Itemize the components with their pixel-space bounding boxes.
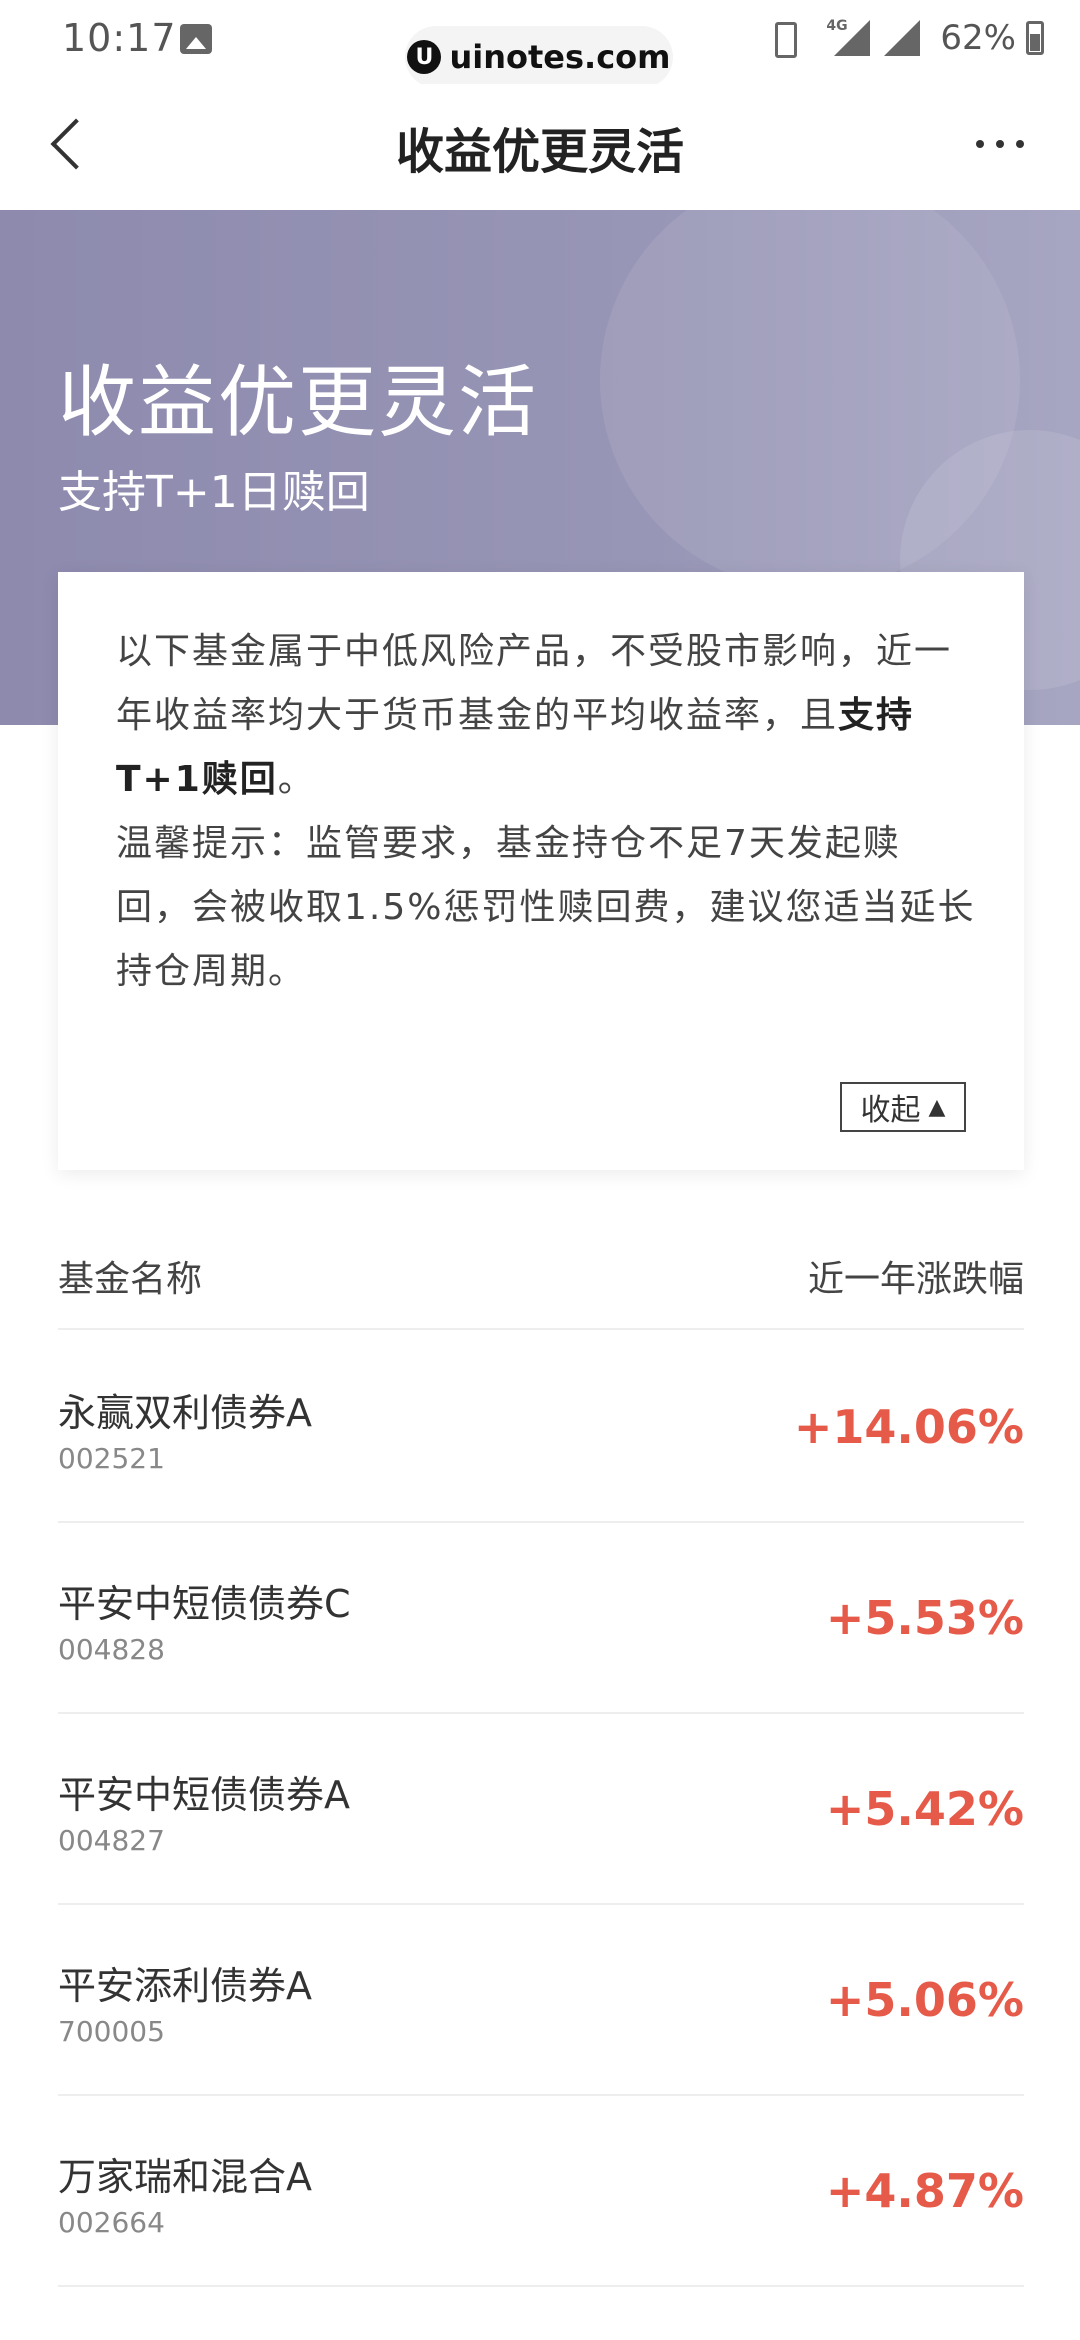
fund-change: +5.42% bbox=[825, 1782, 1024, 1836]
collapse-button[interactable]: 收起 ▲ bbox=[840, 1082, 966, 1132]
fund-change: +14.06% bbox=[793, 1400, 1024, 1454]
fund-name: 万家瑞和混合A bbox=[58, 2155, 312, 2199]
status-icons: 4G 62% bbox=[766, 18, 1044, 58]
page-title: 收益优更灵活 bbox=[395, 124, 684, 180]
fund-change: +5.06% bbox=[825, 1973, 1024, 2027]
collapse-label: 收起 bbox=[860, 1093, 921, 1128]
signal-icon bbox=[884, 20, 921, 56]
header-fund-name: 基金名称 bbox=[58, 1259, 203, 1300]
info-tip: 温馨提示：监管要求，基金持仓不足7天发起赎回，会被收取1.5%惩罚性赎回费，建议… bbox=[116, 823, 976, 992]
fund-change: +5.53% bbox=[825, 1591, 1024, 1645]
fund-row[interactable]: 平安中短债债券C 004828 +5.53% bbox=[58, 1523, 1024, 1714]
image-notification-icon bbox=[180, 24, 212, 54]
fund-code: 002664 bbox=[58, 2206, 165, 2239]
fund-name: 平安中短债债券C bbox=[58, 1582, 351, 1626]
info-card: 以下基金属于中低风险产品，不受股市影响，近一年收益率均大于货币基金的平均收益率，… bbox=[58, 572, 1024, 1170]
fund-code: 002521 bbox=[58, 1442, 165, 1475]
fund-name: 永赢双利债券A bbox=[58, 1391, 312, 1435]
battery-percent: 62% bbox=[940, 18, 1016, 58]
status-bar: 10:17 U uinotes.com 4G 62% bbox=[0, 0, 1080, 88]
fund-row[interactable]: 平安中短债债券A 004827 +5.42% bbox=[58, 1714, 1024, 1905]
fund-row[interactable]: 平安添利债券A 700005 +5.06% bbox=[58, 1905, 1024, 2096]
status-time: 10:17 bbox=[62, 16, 177, 60]
fund-change: +4.87% bbox=[825, 2164, 1024, 2218]
triangle-up-icon: ▲ bbox=[928, 1094, 946, 1120]
fund-row[interactable]: 万家瑞和混合A 002664 +4.87% bbox=[58, 2096, 1024, 2287]
fund-name: 平安中短债债券A bbox=[58, 1773, 350, 1817]
fund-code: 004827 bbox=[58, 1824, 165, 1857]
vibrate-icon bbox=[766, 18, 800, 58]
fund-row[interactable]: 永赢双利债券A 002521 +14.06% bbox=[58, 1332, 1024, 1523]
fund-name: 平安添利债券A bbox=[58, 1964, 312, 2008]
more-icon[interactable] bbox=[976, 140, 1024, 148]
watermark-text: uinotes.com bbox=[449, 38, 671, 76]
nav-bar: 收益优更灵活 bbox=[0, 84, 1080, 210]
info-text-part1: 以下基金属于中低风险产品，不受股市影响，近一年收益率均大于货币基金的平均收益率，… bbox=[116, 631, 953, 736]
fund-list: 永赢双利债券A 002521 +14.06% 平安中短债债券C 004828 +… bbox=[58, 1332, 1024, 2287]
watermark: U uinotes.com bbox=[405, 26, 673, 88]
network-signal-icon: 4G bbox=[814, 18, 871, 58]
list-header: 基金名称 近一年涨跌幅 bbox=[58, 1230, 1024, 1330]
info-text: 以下基金属于中低风险产品，不受股市影响，近一年收益率均大于货币基金的平均收益率，… bbox=[116, 620, 976, 1004]
header-change: 近一年涨跌幅 bbox=[807, 1259, 1024, 1300]
watermark-logo-icon: U bbox=[407, 40, 442, 74]
fund-code: 700005 bbox=[58, 2015, 165, 2048]
fund-code: 004828 bbox=[58, 1633, 165, 1666]
banner-title: 收益优更灵活 bbox=[58, 358, 539, 448]
info-text-part2: 。 bbox=[277, 759, 316, 800]
banner-subtitle: 支持T+1日赎回 bbox=[58, 467, 370, 518]
battery-icon bbox=[1026, 21, 1044, 55]
